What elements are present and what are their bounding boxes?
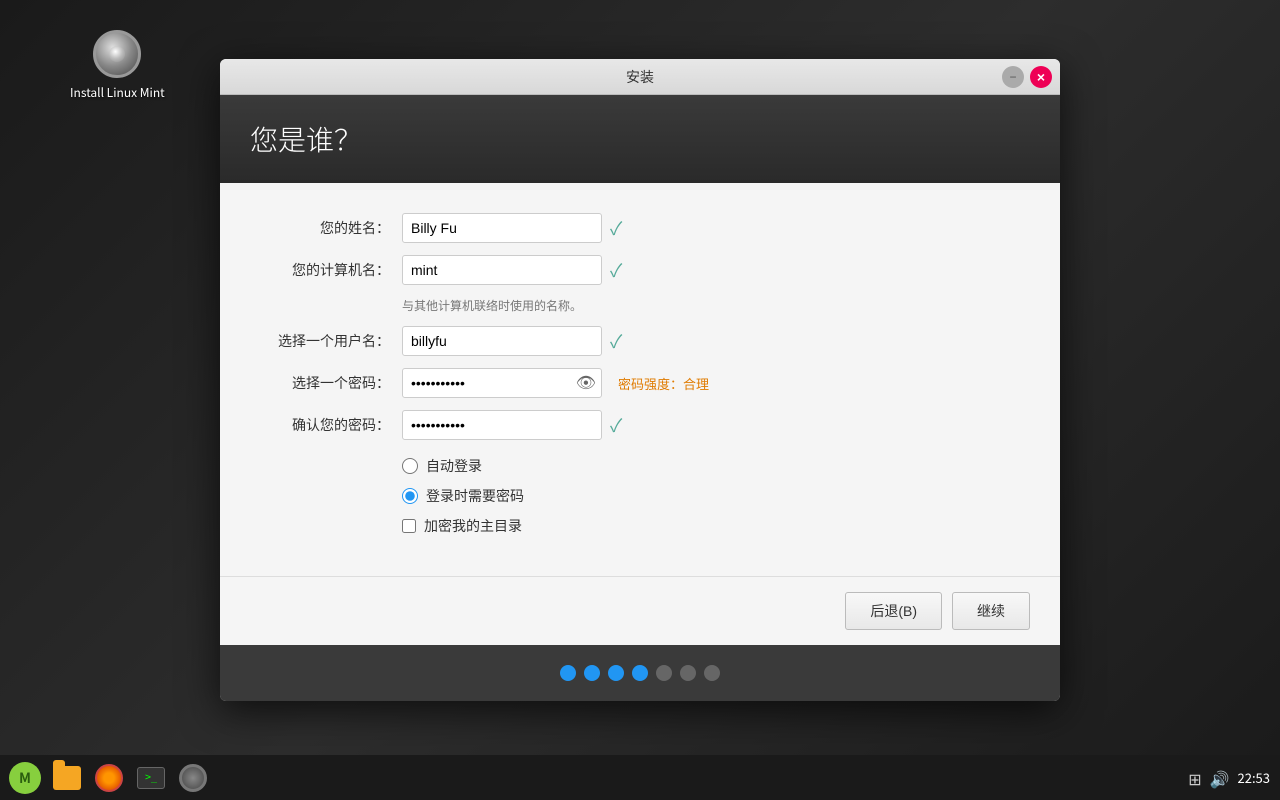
- username-check-icon: ✓: [610, 328, 622, 354]
- name-label: 您的姓名：: [260, 218, 390, 238]
- window-content: 您的姓名： ✓ 您的计算机名： ✓ 与其他计算机联络时使用的名称。: [220, 183, 1060, 576]
- page-title: 您是谁？: [250, 119, 1030, 159]
- window-footer: 后退(B) 继续: [220, 576, 1060, 645]
- password-label: 选择一个密码：: [260, 373, 390, 393]
- media-icon: [179, 764, 207, 792]
- autologin-label[interactable]: 自动登录: [426, 456, 482, 476]
- taskbar-mint-button[interactable]: M: [5, 758, 45, 798]
- progress-dot-2: [584, 665, 600, 681]
- minimize-button[interactable]: −: [1002, 66, 1024, 88]
- computer-hint: 与其他计算机联络时使用的名称。: [402, 297, 1020, 314]
- autologin-row: 自动登录: [402, 456, 1020, 476]
- confirm-input-wrapper: ✓: [402, 410, 622, 440]
- show-password-button[interactable]: 👁: [576, 373, 596, 393]
- close-button[interactable]: ×: [1030, 66, 1052, 88]
- back-button[interactable]: 后退(B): [845, 592, 942, 630]
- taskbar-left: M >_: [0, 758, 213, 798]
- encrypt-row: 加密我的主目录: [402, 516, 1020, 536]
- network-icon: ⊞: [1188, 766, 1201, 790]
- autologin-radio[interactable]: [402, 458, 418, 474]
- computer-input-wrapper: ✓: [402, 255, 622, 285]
- require-password-row: 登录时需要密码: [402, 486, 1020, 506]
- name-input-wrapper: ✓: [402, 213, 622, 243]
- confirm-check-icon: ✓: [610, 412, 622, 438]
- username-input-wrapper: ✓: [402, 326, 622, 356]
- progress-bar: [220, 645, 1060, 701]
- password-input[interactable]: [402, 368, 602, 398]
- progress-dot-3: [608, 665, 624, 681]
- progress-dot-7: [704, 665, 720, 681]
- name-input[interactable]: [402, 213, 602, 243]
- continue-button[interactable]: 继续: [952, 592, 1030, 630]
- titlebar-controls: − ×: [1002, 66, 1052, 88]
- password-field-wrapper: 👁: [402, 368, 602, 398]
- progress-dot-5: [656, 665, 672, 681]
- require-password-radio[interactable]: [402, 488, 418, 504]
- computer-check-icon: ✓: [610, 257, 622, 283]
- terminal-icon: >_: [137, 767, 165, 789]
- password-row: 选择一个密码： 👁 密码强度：合理: [260, 368, 1020, 398]
- taskbar-firefox-button[interactable]: [89, 758, 129, 798]
- mint-logo-icon: M: [9, 762, 41, 794]
- taskbar-terminal-button[interactable]: >_: [131, 758, 171, 798]
- clock: 22:53: [1238, 768, 1270, 787]
- progress-dot-6: [680, 665, 696, 681]
- install-window: 安装 − × 您是谁？ 您的姓名： ✓: [220, 59, 1060, 701]
- password-strength-label: 密码强度：合理: [618, 374, 709, 393]
- desktop: Install Linux Mint 安装 − × 您是谁？ 您的姓名：: [0, 0, 1280, 800]
- login-options: 自动登录 登录时需要密码 加密我的主目录: [402, 456, 1020, 536]
- confirm-input[interactable]: [402, 410, 602, 440]
- taskbar-right: ⊞ 🔊 22:53: [1188, 766, 1280, 790]
- folder-icon: [53, 766, 81, 790]
- computer-input[interactable]: [402, 255, 602, 285]
- volume-icon: 🔊: [1210, 766, 1230, 790]
- require-password-label[interactable]: 登录时需要密码: [426, 486, 524, 506]
- computer-name-row: 您的计算机名： ✓: [260, 255, 1020, 285]
- titlebar: 安装 − ×: [220, 59, 1060, 95]
- confirm-label: 确认您的密码：: [260, 415, 390, 435]
- username-input[interactable]: [402, 326, 602, 356]
- modal-overlay: 安装 − × 您是谁？ 您的姓名： ✓: [0, 0, 1280, 800]
- username-label: 选择一个用户名：: [260, 331, 390, 351]
- encrypt-checkbox[interactable]: [402, 519, 416, 533]
- progress-dot-1: [560, 665, 576, 681]
- taskbar: M >_ ⊞ 🔊 22:53: [0, 755, 1280, 800]
- taskbar-media-button[interactable]: [173, 758, 213, 798]
- name-check-icon: ✓: [610, 215, 622, 241]
- encrypt-label[interactable]: 加密我的主目录: [424, 516, 522, 536]
- confirm-password-row: 确认您的密码： ✓: [260, 410, 1020, 440]
- taskbar-files-button[interactable]: [47, 758, 87, 798]
- firefox-icon: [95, 764, 123, 792]
- password-input-wrapper: 👁 密码强度：合理: [402, 368, 709, 398]
- computer-label: 您的计算机名：: [260, 260, 390, 280]
- name-row: 您的姓名： ✓: [260, 213, 1020, 243]
- progress-dot-4: [632, 665, 648, 681]
- username-row: 选择一个用户名： ✓: [260, 326, 1020, 356]
- titlebar-title: 安装: [626, 67, 654, 87]
- window-header: 您是谁？: [220, 95, 1060, 183]
